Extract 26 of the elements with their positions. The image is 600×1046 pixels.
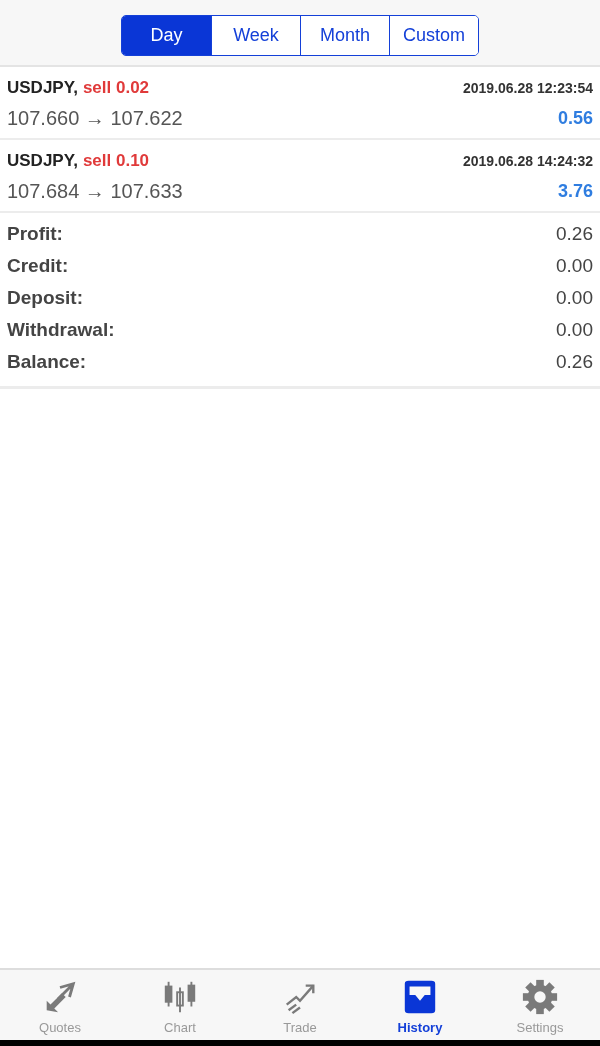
deal-symbol: USDJPY, bbox=[7, 151, 78, 171]
deal-profit: 3.76 bbox=[557, 180, 593, 202]
period-tab[interactable]: Custom bbox=[389, 16, 478, 55]
period-tab[interactable]: Month bbox=[300, 16, 389, 55]
summary-value: 0.00 bbox=[556, 287, 593, 309]
deal-prices: 107.660 → 107.622 bbox=[7, 106, 183, 130]
period-tab[interactable]: Week bbox=[211, 16, 300, 55]
summary-value: 0.00 bbox=[556, 255, 593, 277]
deal-time: 2019.06.28 12:23:54 bbox=[463, 80, 593, 96]
summary-value: 0.26 bbox=[556, 223, 593, 245]
deal-profit: 0.56 bbox=[557, 107, 593, 129]
summary-label: Deposit: bbox=[7, 287, 83, 309]
summary-value: 0.26 bbox=[556, 351, 593, 373]
deal-prices: 107.684 → 107.633 bbox=[7, 179, 183, 203]
summary-value: 0.00 bbox=[556, 319, 593, 341]
deal-symbol: USDJPY, bbox=[7, 78, 78, 98]
deal-time: 2019.06.28 14:24:32 bbox=[463, 153, 593, 169]
summary-label: Withdrawal: bbox=[7, 319, 115, 341]
deal-order: sell 0.02 bbox=[82, 78, 150, 98]
period-tab[interactable]: Day bbox=[122, 16, 211, 55]
summary-label: Profit: bbox=[7, 223, 63, 245]
summary-label: Credit: bbox=[7, 255, 69, 277]
summary-label: Balance: bbox=[7, 351, 87, 373]
settings-icon bbox=[521, 978, 559, 1016]
tab-bar-item[interactable]: History bbox=[370, 970, 470, 1040]
deal-order: sell 0.10 bbox=[82, 151, 150, 171]
